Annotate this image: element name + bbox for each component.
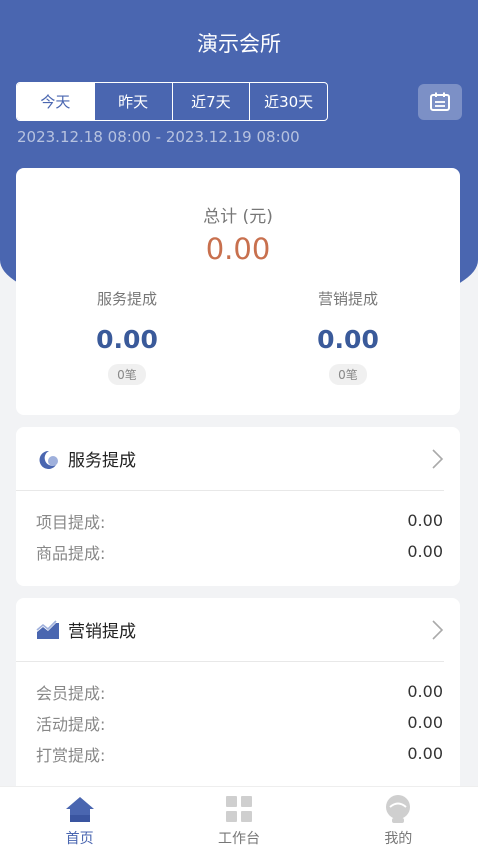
total-value: 0.00 <box>205 232 271 266</box>
date-range: 2023.12.18 08:00 - 2023.12.19 08:00 <box>17 128 300 146</box>
summary-card: 总计 (元) 0.00 服务提成 0.00 0笔 营销提成 0.00 0笔 <box>16 168 460 415</box>
trend-chart-icon <box>36 618 60 642</box>
marketing-section-header[interactable]: 营销提成 <box>16 598 444 662</box>
user-icon <box>382 793 414 825</box>
marketing-summary-count: 0笔 <box>329 364 367 385</box>
nav-mine[interactable]: 我的 <box>319 787 478 850</box>
row-value: 0.00 <box>407 511 443 530</box>
row-label: 会员提成: <box>36 683 106 703</box>
tab-last-7-days[interactable]: 近7天 <box>173 83 251 120</box>
marketing-summary: 营销提成 0.00 0笔 <box>268 288 428 385</box>
list-item: 活动提成: 0.00 <box>36 707 443 738</box>
bottom-nav: 首页 工作台 我的 <box>0 786 478 850</box>
row-label: 活动提成: <box>36 714 106 734</box>
list-item: 项目提成: 0.00 <box>36 505 443 536</box>
tab-last-30-days[interactable]: 近30天 <box>250 83 327 120</box>
service-icon <box>36 447 60 471</box>
service-section-header[interactable]: 服务提成 <box>16 427 444 491</box>
calendar-icon <box>430 92 450 111</box>
row-label: 打赏提成: <box>36 745 106 765</box>
row-value: 0.00 <box>407 542 443 561</box>
service-summary-value: 0.00 <box>96 325 158 354</box>
total-label: 总计 (元) <box>203 207 273 227</box>
chevron-right-icon <box>432 620 444 640</box>
row-value: 0.00 <box>407 713 443 732</box>
page-title: 演示会所 <box>197 32 281 56</box>
calendar-button[interactable] <box>418 84 462 120</box>
nav-label: 我的 <box>384 831 413 847</box>
nav-workbench[interactable]: 工作台 <box>159 787 318 850</box>
service-summary-count: 0笔 <box>108 364 146 385</box>
row-label: 项目提成: <box>36 512 106 532</box>
list-item: 打赏提成: 0.00 <box>36 738 443 769</box>
marketing-section-title: 营销提成 <box>68 622 136 642</box>
row-label: 商品提成: <box>36 543 106 563</box>
marketing-summary-value: 0.00 <box>317 325 379 354</box>
list-item: 商品提成: 0.00 <box>36 536 443 567</box>
chevron-right-icon <box>432 449 444 469</box>
nav-label: 首页 <box>65 831 94 847</box>
nav-home[interactable]: 首页 <box>0 787 159 850</box>
service-section: 服务提成 项目提成: 0.00 商品提成: 0.00 <box>16 427 460 586</box>
home-icon <box>64 793 96 825</box>
service-summary: 服务提成 0.00 0笔 <box>47 288 207 385</box>
service-section-title: 服务提成 <box>68 451 136 471</box>
grid-icon <box>223 793 255 825</box>
tab-today[interactable]: 今天 <box>17 83 95 120</box>
row-value: 0.00 <box>407 682 443 701</box>
marketing-section: 营销提成 会员提成: 0.00 活动提成: 0.00 打赏提成: 0.00 <box>16 598 460 786</box>
list-item: 会员提成: 0.00 <box>36 676 443 707</box>
nav-label: 工作台 <box>217 831 260 847</box>
date-tabs: 今天 昨天 近7天 近30天 <box>16 82 328 121</box>
tab-yesterday[interactable]: 昨天 <box>95 83 173 120</box>
marketing-summary-label: 营销提成 <box>317 290 378 308</box>
service-summary-label: 服务提成 <box>96 290 157 308</box>
row-value: 0.00 <box>407 744 443 763</box>
